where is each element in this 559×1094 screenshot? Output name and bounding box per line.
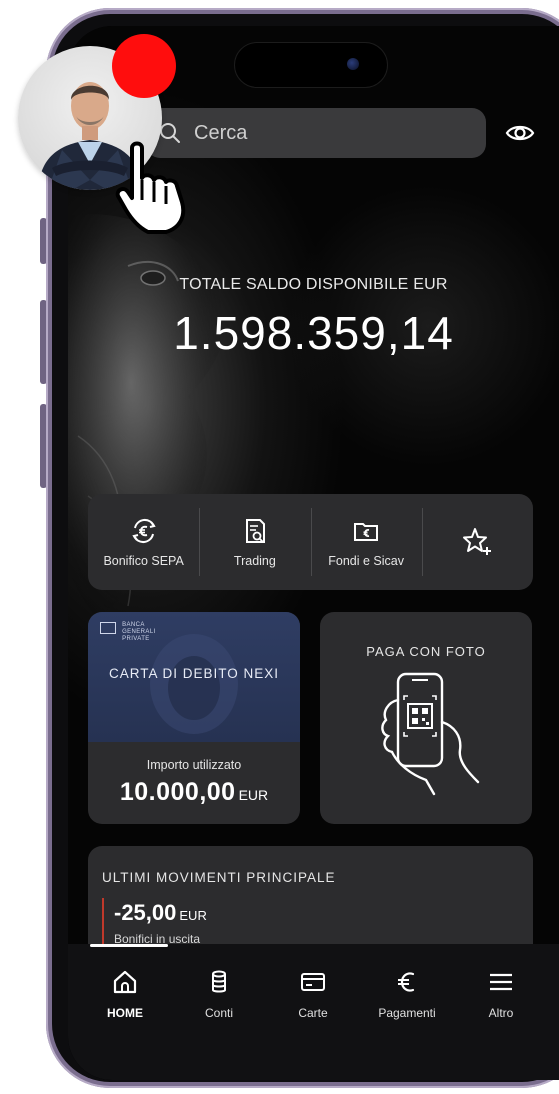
action-label: Bonifico SEPA: [103, 554, 184, 568]
debit-card-title: CARTA DI DEBITO NEXI: [108, 666, 280, 681]
action-add-favorite[interactable]: [421, 494, 533, 590]
bottom-navigation: HOME Conti Carte Pagamenti Altro: [68, 944, 559, 1080]
nav-item-home[interactable]: HOME: [78, 968, 172, 1020]
action-trading[interactable]: Trading: [199, 494, 310, 590]
bank-logo-line: BANCA: [122, 622, 145, 628]
quick-actions: Bonifico SEPA Trading Fondi e Sicav: [88, 494, 533, 590]
balance-value: 1.598.359,14: [173, 307, 454, 359]
action-fondi-sicav[interactable]: Fondi e Sicav: [310, 494, 422, 590]
action-label: Trading: [233, 554, 276, 568]
movement-amount: -25,00 EUR: [114, 900, 207, 926]
bank-logo-line: PRIVATE: [122, 636, 150, 642]
tap-hand-icon: [115, 141, 186, 234]
used-amount: 10.000,00 EUR: [88, 778, 300, 807]
notification-badge: [112, 34, 176, 98]
euro-transfer-icon: [131, 518, 156, 544]
coins-icon: [212, 970, 226, 993]
camera-icon: [347, 58, 359, 70]
scroll-indicator: [90, 944, 168, 947]
home-icon: [113, 970, 137, 994]
bank-logo: BANCA GENERALI PRIVATE: [100, 622, 156, 643]
star-add-icon: [463, 528, 492, 555]
balance-label: TOTALE SALDO DISPONIBILE EUR: [179, 276, 448, 293]
used-amount-label: Importo utilizzato: [146, 758, 242, 772]
debit-card-image: BANCA GENERALI PRIVATE CARTA DI DEBITO N…: [88, 612, 300, 742]
euro-folder-icon: [354, 523, 379, 541]
movement-currency: EUR: [179, 908, 207, 923]
nav-label: Carte: [298, 1006, 328, 1020]
eye-icon[interactable]: [505, 118, 535, 148]
used-amount-value: 10.000,00: [119, 778, 236, 806]
nav-item-conti[interactable]: Conti: [172, 968, 266, 1020]
search-placeholder: Cerca: [194, 121, 248, 144]
euro-icon: [398, 972, 415, 992]
action-bonifico-sepa[interactable]: Bonifico SEPA: [88, 494, 199, 590]
action-label: Fondi e Sicav: [328, 554, 404, 568]
hand-phone-qr-icon: [381, 672, 480, 796]
nav-label: Pagamenti: [378, 1006, 436, 1020]
nav-item-pagamenti[interactable]: Pagamenti: [360, 968, 454, 1020]
dynamic-island: [234, 42, 388, 88]
movement-amount-value: -25,00: [114, 900, 177, 925]
bank-logo-line: GENERALI: [122, 629, 156, 635]
search-bar[interactable]: Cerca: [146, 108, 486, 158]
nav-label: Altro: [488, 1006, 514, 1020]
card-icon: [301, 973, 325, 991]
photo-pay-tile[interactable]: PAGA CON FOTO: [320, 612, 532, 824]
used-amount-currency: EUR: [238, 787, 269, 803]
lion-watermark-icon: [150, 634, 238, 734]
nav-item-carte[interactable]: Carte: [266, 968, 360, 1020]
photo-pay-title: PAGA CON FOTO: [366, 644, 486, 659]
menu-icon: [490, 973, 512, 991]
nav-label: Conti: [204, 1006, 233, 1020]
debit-card-tile[interactable]: BANCA GENERALI PRIVATE CARTA DI DEBITO N…: [88, 612, 300, 824]
movements-title: ULTIMI MOVIMENTI PRINCIPALE: [102, 870, 336, 885]
trading-document-icon: [245, 519, 265, 543]
nav-label: HOME: [107, 1006, 143, 1020]
nav-item-altro[interactable]: Altro: [454, 968, 548, 1020]
nav-items: HOME Conti Carte Pagamenti Altro: [78, 968, 548, 1020]
